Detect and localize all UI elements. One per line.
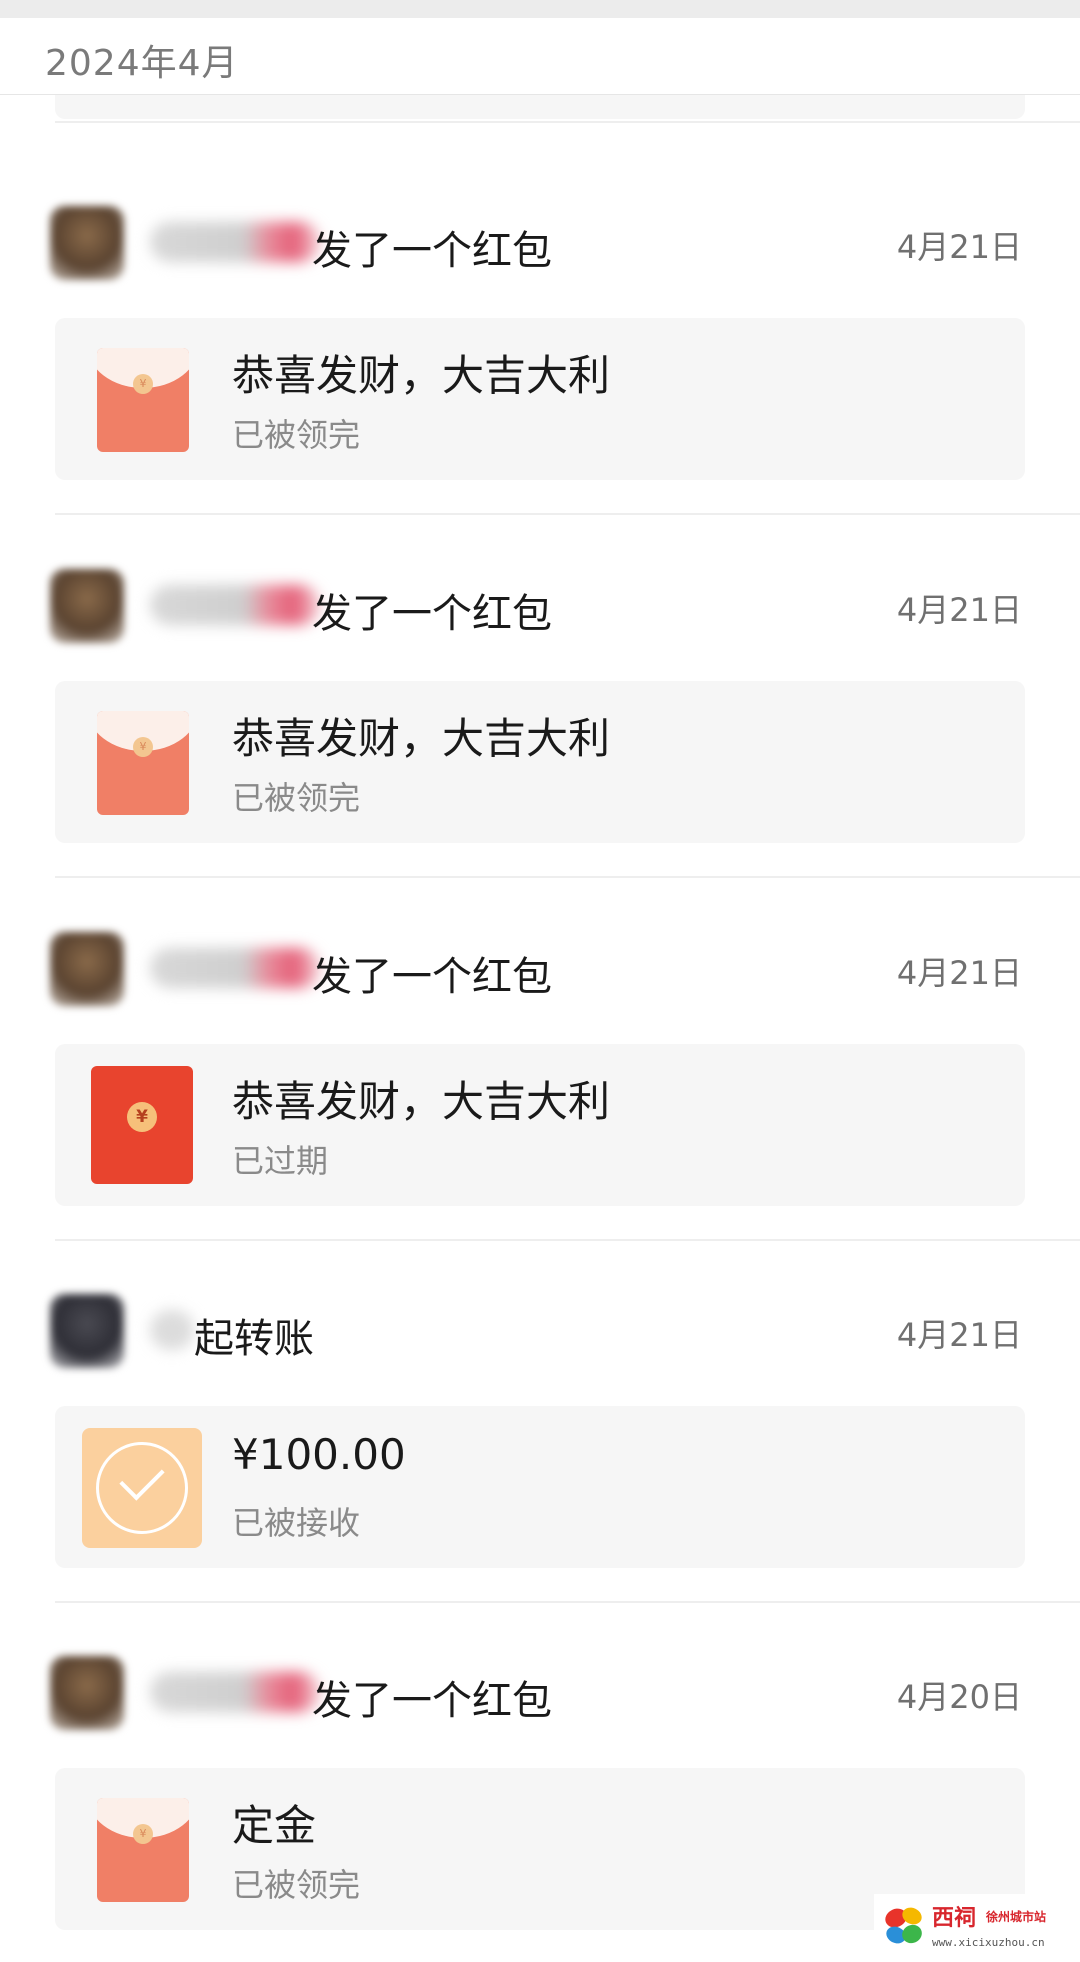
transfer-status: 已被接收 (232, 1504, 361, 1542)
coin-icon: ¥ (133, 374, 153, 394)
month-section-header: 2024年4月 (0, 18, 1080, 95)
record-header[interactable]: 发了一个红包 4月21日 (0, 545, 1080, 665)
sender-avatar[interactable] (50, 1656, 124, 1730)
sender-avatar[interactable] (50, 932, 124, 1006)
sender-avatar[interactable] (50, 569, 124, 643)
red-packet-status: 已过期 (232, 1142, 329, 1180)
red-packet-card-expired[interactable]: ¥ 恭喜发财，大吉大利 已过期 (55, 1044, 1025, 1206)
sender-name-blurred (150, 222, 320, 262)
transfer-amount: ¥100.00 (232, 1430, 406, 1479)
red-packet-card[interactable]: ¥ 恭喜发财，大吉大利 已被领完 (55, 681, 1025, 843)
transfer-accepted-check-icon (82, 1428, 202, 1548)
record-title: 发了一个红包 (312, 1678, 552, 1724)
previous-card-edge (55, 95, 1025, 119)
sender-name-blurred (150, 1672, 320, 1712)
record-date: 4月20日 (896, 1678, 1022, 1716)
site-watermark: 西祠 徐州城市站 www.xicixuzhou.cn (874, 1894, 1074, 1960)
sender-name-blurred (150, 948, 320, 988)
record-header[interactable]: 起转账 4月21日 (0, 1270, 1080, 1390)
red-packet-status: 已被领完 (232, 1866, 361, 1904)
watermark-brand: 西祠 (932, 1906, 977, 1931)
record-date: 4月21日 (896, 591, 1022, 629)
red-envelope-expired-icon: ¥ (91, 1066, 193, 1184)
month-label: 2024年4月 (45, 43, 239, 84)
watermark-site: 徐州城市站 (986, 1910, 1047, 1924)
red-envelope-icon: ¥ (97, 711, 189, 815)
sender-avatar[interactable] (50, 1294, 124, 1368)
transfer-card[interactable]: ¥100.00 已被接收 (55, 1406, 1025, 1568)
red-packet-greeting: 恭喜发财，大吉大利 (232, 714, 611, 763)
record-date: 4月21日 (896, 954, 1022, 992)
red-packet-greeting: 恭喜发财，大吉大利 (232, 1077, 611, 1126)
divider (55, 1239, 1080, 1241)
record-title: 发了一个红包 (312, 228, 552, 274)
record-header[interactable]: 发了一个红包 4月20日 (0, 1632, 1080, 1752)
watermark-logo-icon (885, 1907, 922, 1944)
sender-name-blurred (150, 585, 320, 625)
sender-avatar[interactable] (50, 206, 124, 280)
red-envelope-icon: ¥ (97, 1798, 189, 1902)
coin-icon: ¥ (127, 1102, 157, 1132)
red-packet-card[interactable]: ¥ 恭喜发财，大吉大利 已被领完 (55, 318, 1025, 480)
red-packet-greeting: 定金 (232, 1801, 317, 1850)
divider (55, 513, 1080, 515)
red-packet-status: 已被领完 (232, 416, 361, 454)
divider (55, 876, 1080, 878)
divider (55, 121, 1080, 123)
coin-icon: ¥ (133, 737, 153, 757)
record-header[interactable]: 发了一个红包 4月21日 (0, 908, 1080, 1028)
record-title: 发了一个红包 (312, 954, 552, 1000)
red-envelope-icon: ¥ (97, 348, 189, 452)
watermark-url: www.xicixuzhou.cn (932, 1936, 1045, 1949)
red-packet-status: 已被领完 (232, 779, 361, 817)
red-packet-greeting: 恭喜发财，大吉大利 (232, 351, 611, 400)
coin-icon: ¥ (133, 1824, 153, 1844)
record-header[interactable]: 发了一个红包 4月21日 (0, 182, 1080, 302)
divider (55, 1601, 1080, 1603)
top-strip (0, 0, 1080, 18)
record-date: 4月21日 (896, 228, 1022, 266)
record-title: 起转账 (194, 1316, 314, 1362)
sender-name-blurred (150, 1310, 194, 1350)
record-date: 4月21日 (896, 1316, 1022, 1354)
record-title: 发了一个红包 (312, 591, 552, 637)
